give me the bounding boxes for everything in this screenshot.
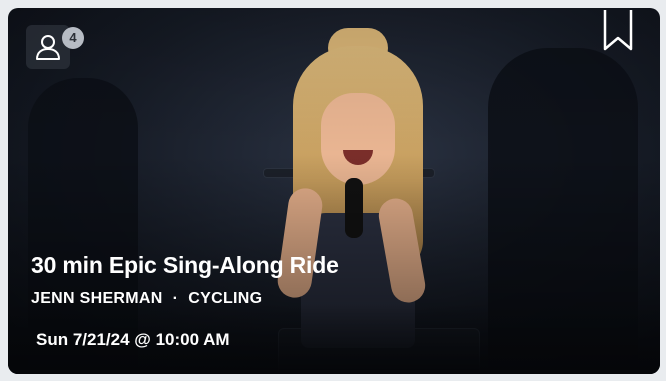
gradient-overlay (8, 8, 660, 374)
scheduled-time: Sun 7/21/24 @ 10:00 AM (36, 330, 230, 349)
user-icon (36, 35, 60, 60)
discipline-label: CYCLING (188, 290, 263, 307)
meta-separator: · (172, 290, 179, 307)
attendees-count-badge: 4 (62, 27, 84, 49)
instructor-name[interactable]: JENN SHERMAN (31, 290, 163, 308)
class-title: 30 min Epic Sing-Along Ride (31, 252, 339, 278)
class-meta: JENN SHERMAN · CYCLING (31, 290, 262, 308)
bookmark-icon[interactable] (602, 10, 634, 52)
class-card[interactable]: 4 30 min Epic Sing-Along Ride JENN SHERM… (8, 8, 660, 374)
